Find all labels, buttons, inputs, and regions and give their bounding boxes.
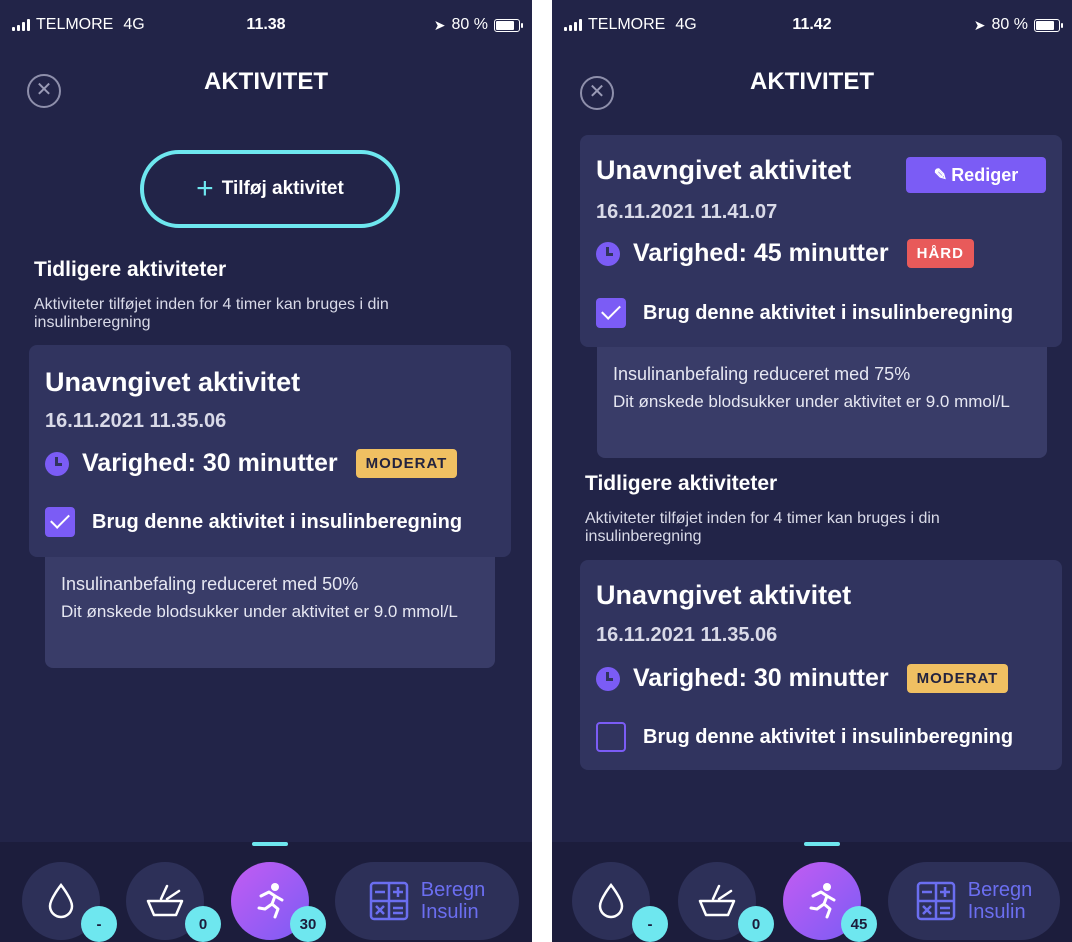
calculate-insulin-button[interactable]: Beregn Insulin [888,862,1060,940]
screen-right: TELMORE 4G 11.42 ➤ 80 % ✕ AKTIVITET Insu… [552,0,1072,942]
activity-badge: 45 [841,906,877,942]
runner-icon [809,883,836,919]
bottom-nav: - 0 45 Beregn Insulin [552,842,1072,942]
activity-name: Unavngivet aktivitet [45,367,301,397]
status-bar: TELMORE 4G 11.42 ➤ 80 % [552,0,1072,33]
activity-date: 16.11.2021 11.41.07 [596,201,778,223]
activity-date: 16.11.2021 11.35.06 [45,410,227,432]
checkbox-icon[interactable] [596,722,626,752]
checkbox-icon[interactable] [45,507,75,537]
edit-label: Rediger [951,164,1019,185]
battery-icon [494,18,523,32]
glucose-badge: - [632,906,668,942]
section-title: Tidligere aktiviteter [34,258,227,281]
target-glucose: Dit ønskede blodsukker under aktivitet e… [61,602,458,621]
carbs-badge: 0 [185,906,221,942]
status-bar: TELMORE 4G 11.38 ➤ 80 % [0,0,532,33]
drop-icon [598,883,624,919]
location-icon: ➤ [973,16,986,33]
plus-icon: + [196,172,214,205]
edit-button[interactable]: ✎ Rediger [906,157,1046,193]
target-glucose: Dit ønskede blodsukker under aktivitet e… [613,392,1010,411]
use-in-calculation-row[interactable]: Brug denne aktivitet i insulinberegning [596,722,1013,752]
drop-icon [48,883,74,919]
section-subtitle: Aktiviteter tilføjet inden for 4 timer k… [585,510,940,545]
clock-icon [45,451,69,476]
page-title: AKTIVITET [750,68,874,95]
location-icon: ➤ [433,16,446,33]
page-title: AKTIVITET [204,68,328,95]
insulin-reduction: Insulinanbefaling reduceret med 75% [613,364,911,384]
clock-icon [596,666,620,691]
edit-icon: ✎ [933,167,948,184]
section-subtitle: Aktiviteter tilføjet inden for 4 timer k… [34,296,389,331]
checkbox-icon[interactable] [596,298,626,328]
activity-card[interactable]: Unavngivet aktivitet 16.11.2021 11.35.06… [29,345,511,557]
intensity-badge: MODERAT [355,449,458,478]
runner-icon [257,883,284,919]
activity-duration: Varighed: 45 minutter [633,239,889,267]
active-tab-indicator [804,842,840,846]
calculator-icon [369,881,408,921]
use-in-calculation-row[interactable]: Brug denne aktivitet i insulinberegning [45,507,462,537]
use-in-calculation-label: Brug denne aktivitet i insulinberegning [92,510,463,533]
bottom-nav: - 0 30 Beregn Insulin [0,842,532,942]
insulin-reduction: Insulinanbefaling reduceret med 50% [61,574,359,594]
calculate-label-1: Beregn [420,879,486,901]
add-activity-label: Tilføj aktivitet [221,178,344,199]
active-tab-indicator [252,842,288,846]
use-in-calculation-label: Brug denne aktivitet i insulinberegning [643,301,1014,324]
activity-duration: Varighed: 30 minutter [82,449,338,477]
bowl-icon [698,884,736,917]
activity-name: Unavngivet aktivitet [596,155,852,185]
calculate-label-1: Beregn [967,879,1033,901]
screen-left: TELMORE 4G 11.38 ➤ 80 % ✕ AKTIVITET + Ti… [0,0,532,942]
calculate-insulin-button[interactable]: Beregn Insulin [335,862,519,940]
use-in-calculation-label: Brug denne aktivitet i insulinberegning [643,725,1014,748]
glucose-badge: - [81,906,117,942]
duration-row: Varighed: 30 minutter MODERAT [45,449,458,478]
clock-icon [596,241,620,266]
bowl-icon [146,884,184,917]
duration-row: Varighed: 30 minutter MODERAT [596,664,1009,693]
intensity-badge: HÅRD [906,239,974,268]
calculate-label-2: Insulin [967,901,1026,923]
carbs-badge: 0 [738,906,774,942]
activity-date: 16.11.2021 11.35.06 [596,624,778,646]
activity-duration: Varighed: 30 minutter [633,664,889,692]
add-activity-button[interactable]: + Tilføj aktivitet [140,150,400,228]
insulin-info-panel: Insulinanbefaling reduceret med 50% Dit … [45,552,495,668]
calculate-label-2: Insulin [420,901,479,923]
activity-name: Unavngivet aktivitet [596,580,852,610]
intensity-badge: MODERAT [906,664,1009,693]
battery-percent: 80 % [451,16,488,33]
duration-row: Varighed: 45 minutter HÅRD [596,239,974,268]
battery-percent: 80 % [991,16,1028,33]
insulin-info-panel: Insulinanbefaling reduceret med 75% Dit … [597,340,1047,458]
calculator-icon [916,881,955,921]
section-title: Tidligere aktiviteter [585,472,778,495]
previous-activity-card[interactable]: Unavngivet aktivitet 16.11.2021 11.35.06… [580,560,1062,770]
current-activity-card[interactable]: Unavngivet aktivitet ✎ Rediger 16.11.202… [580,135,1062,347]
battery-icon [1034,18,1063,32]
use-in-calculation-row[interactable]: Brug denne aktivitet i insulinberegning [596,298,1013,328]
activity-badge: 30 [290,906,326,942]
